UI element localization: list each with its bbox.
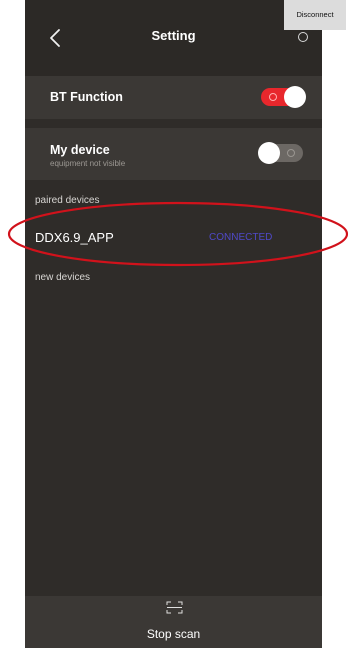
disconnect-button[interactable]: Disconnect [284, 0, 346, 30]
scan-icon [166, 601, 183, 614]
toggle-ring-icon [287, 149, 295, 157]
toggle-ring-icon [269, 93, 277, 101]
my-device-toggle[interactable] [258, 142, 303, 164]
page-title: Setting [151, 28, 196, 43]
stop-scan-button[interactable]: Stop scan [25, 596, 322, 648]
loading-spinner-icon [298, 32, 308, 42]
bt-function-toggle[interactable] [261, 86, 306, 108]
device-name: DDX6.9_APP [35, 230, 114, 245]
paired-devices-heading: paired devices [35, 195, 100, 206]
toggle-knob [284, 86, 306, 108]
app-header: Setting [25, 0, 322, 76]
stop-scan-label: Stop scan [146, 627, 201, 641]
my-device-label: My device [50, 143, 110, 157]
connection-status: CONNECTED [209, 232, 273, 243]
my-device-subtitle: equipment not visible [50, 159, 126, 168]
toggle-knob [258, 142, 280, 164]
bt-function-label: BT Function [50, 90, 123, 104]
paired-device-row[interactable]: DDX6.9_APP CONNECTED [25, 222, 322, 252]
settings-screen: Setting BT Function My device equipment … [25, 0, 346, 648]
new-devices-heading: new devices [35, 272, 91, 283]
